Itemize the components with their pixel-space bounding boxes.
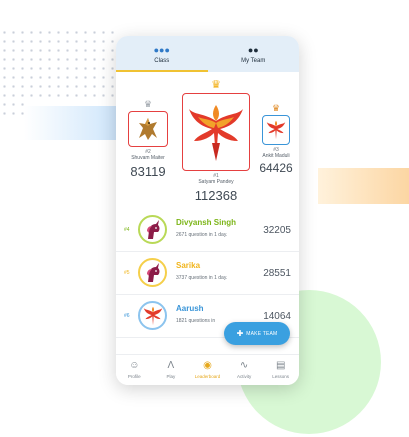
phoenix-avatar [138,301,167,330]
dot-pattern [0,28,116,100]
person-icon: ☺ [129,360,140,371]
trophy-icon: ◉ [203,360,212,371]
make-team-label: MAKE TEAM [246,330,278,337]
phoenix-icon [266,120,286,140]
nav-label: Activity [236,374,252,379]
add-person-icon: ✚ [236,329,244,338]
unicorn-icon [146,262,159,282]
player-score: 28551 [263,268,291,279]
tab-class[interactable]: ●●● Class [116,36,208,72]
question-count: 1821 questions in [176,318,216,324]
stage: ●●● Class ●● My Team ♛ #2 Shuvam Maiter … [0,0,409,437]
leaderboard-tabs: ●●● Class ●● My Team [116,36,299,72]
nav-item-profile[interactable]: ☺ Profile [116,355,153,385]
orange-decor-strip [318,168,409,204]
play-icon: Λ [167,360,175,371]
phoenix-avatar-small [262,115,290,145]
rank-label: #5 [124,270,130,276]
podium-third[interactable]: ♛ #3 Ankit Maduli 64426 [258,103,294,176]
blue-decor-strip [24,106,116,140]
unicorn-avatar [138,258,167,287]
crown-icon: ♛ [211,79,221,91]
activity-icon: ∿ [239,360,249,371]
player-name: Sarika [176,261,201,270]
nav-label: Lessons [272,374,290,379]
rank-label: #4 [124,227,130,233]
group-icon: ●●● [153,44,170,55]
player-name: Aarush [176,304,204,313]
unicorn-avatar [138,215,167,244]
griffin-icon [139,118,157,140]
list-item[interactable]: #4 Divyansh Singh 2671 question in 1 day… [116,209,299,252]
podium: ♛ #2 Shuvam Maiter 83119 ♛ #1 Satyam Pan… [116,72,299,209]
question-count: 3737 question in 1 day. [176,275,228,281]
rank-label: #6 [124,313,130,319]
crown-icon: ♛ [271,103,281,113]
player-score: 83119 [130,164,166,179]
player-score: 112368 [194,188,238,203]
tab-label: My Team [241,57,266,64]
crown-icon: ♛ [143,99,153,109]
phone-screen: ●●● Class ●● My Team ♛ #2 Shuvam Maiter … [116,36,299,385]
nav-item-play[interactable]: Λ Play [153,355,190,385]
tab-my-team[interactable]: ●● My Team [208,36,300,72]
tab-label: Class [154,57,170,64]
question-count: 2671 question in 1 day. [176,232,228,238]
podium-second[interactable]: ♛ #2 Shuvam Maiter 83119 [126,100,170,179]
player-name: Satyam Pandey [198,179,234,185]
nav-item-leaderboard[interactable]: ◉ Leaderboard [189,355,226,385]
player-name: Ankit Maduli [262,153,290,159]
phoenix-avatar [182,93,250,171]
team-icon: ●● [247,44,259,55]
lessons-icon: ▤ [275,360,286,371]
list-item[interactable]: #5 Sarika 3737 question in 1 day. 28551 [116,252,299,295]
nav-label: Play [166,374,176,379]
bottom-nav: ☺ Profile Λ Play ◉ Leaderboard ∿ Activit… [116,354,299,385]
nav-label: Leaderboard [194,374,221,379]
make-team-button[interactable]: ✚ MAKE TEAM [224,322,290,345]
unicorn-icon [146,219,159,239]
phoenix-icon [143,306,162,325]
nav-item-activity[interactable]: ∿ Activity [226,355,263,385]
player-name: Divyansh Singh [176,218,237,227]
nav-label: Profile [127,374,141,379]
player-score: 32205 [263,225,291,236]
player-score: 14064 [263,311,291,322]
podium-first[interactable]: ♛ #1 Satyam Pandey 112368 [180,80,252,203]
player-score: 64426 [259,161,293,175]
phoenix-icon [189,105,243,161]
player-name: Shuvam Maiter [131,155,165,161]
nav-item-lessons[interactable]: ▤ Lessons [262,355,299,385]
griffin-avatar [128,111,168,147]
